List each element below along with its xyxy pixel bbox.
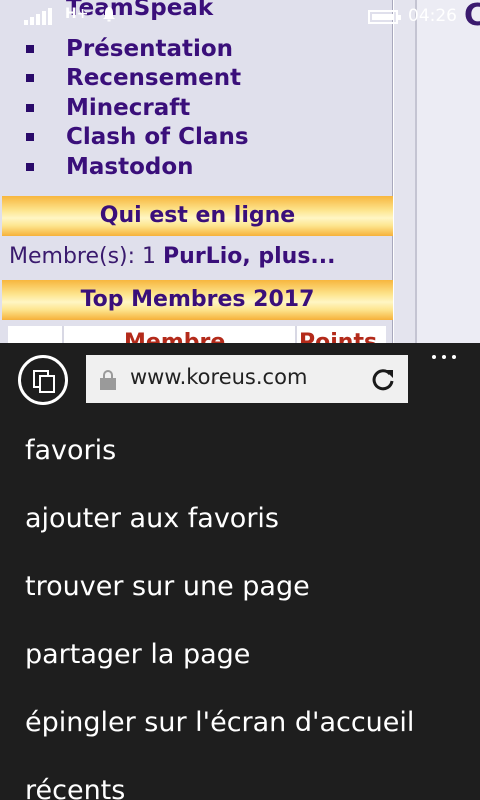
menu-item-find-on-page[interactable]: trouver sur une page — [0, 559, 480, 619]
menu-item-label: ajouter aux favoris — [25, 503, 279, 534]
site-menu-label[interactable]: Clash of Clans — [66, 122, 249, 152]
site-menu-item[interactable]: Recensement — [0, 63, 393, 93]
site-menu-item[interactable]: Clash of Clans — [0, 122, 393, 152]
lock-icon — [100, 370, 116, 390]
menu-item-share-page[interactable]: partager la page — [0, 627, 480, 687]
bullet-icon — [26, 133, 34, 141]
battery-icon — [368, 10, 401, 24]
menu-item-label: favoris — [25, 435, 117, 466]
menu-item-add-favorites[interactable]: ajouter aux favoris — [0, 491, 480, 551]
notification-bell-icon — [103, 7, 115, 22]
more-options-icon[interactable] — [426, 347, 466, 367]
bullet-icon — [26, 104, 34, 112]
tabs-button[interactable] — [18, 355, 68, 405]
top-members-table-header: Membre Points — [8, 326, 386, 343]
bullet-icon — [26, 163, 34, 171]
top-members-header: Top Membres 2017 — [2, 280, 393, 320]
menu-item-label: trouver sur une page — [25, 571, 310, 602]
site-menu-label[interactable]: Recensement — [66, 63, 241, 93]
online-section-title: Qui est en ligne — [99, 203, 296, 228]
menu-item-recent[interactable]: récents — [0, 763, 480, 800]
signal-strength-icon — [24, 7, 52, 25]
menu-item-label: épingler sur l'écran d'accueil — [25, 707, 415, 738]
online-members-link[interactable]: PurLio, plus... — [163, 244, 335, 269]
site-menu-item[interactable]: Mastodon — [0, 152, 393, 182]
online-prefix: Membre(s): 1 — [9, 244, 164, 269]
refresh-icon[interactable] — [370, 367, 396, 393]
menu-item-pin-to-start[interactable]: épingler sur l'écran d'accueil — [0, 695, 480, 755]
site-menu-label[interactable]: Présentation — [66, 34, 233, 64]
online-section-header: Qui est en ligne — [2, 196, 393, 236]
site-menu-label[interactable]: Minecraft — [66, 93, 190, 123]
status-bar: TeamSpeak H+ 04:26 — [0, 0, 480, 32]
table-header-cell — [8, 326, 62, 343]
site-menu-label[interactable]: Mastodon — [66, 152, 194, 182]
bullet-icon — [26, 74, 34, 82]
table-header-points: Points — [295, 326, 386, 343]
left-column: Présentation Recensement Minecraft Clash… — [0, 0, 393, 343]
webpage-content: Présentation Recensement Minecraft Clash… — [0, 0, 480, 343]
right-column: C — [394, 0, 480, 343]
clock: 04:26 — [408, 6, 457, 26]
bullet-icon — [26, 45, 34, 53]
network-type: H+ — [65, 6, 89, 22]
menu-item-favorites[interactable]: favoris — [0, 423, 480, 483]
table-header-member: Membre — [62, 326, 295, 343]
url-text[interactable]: www.koreus.com — [130, 365, 307, 389]
address-bar[interactable]: www.koreus.com — [86, 355, 408, 403]
menu-item-label: partager la page — [25, 639, 251, 670]
top-members-title: Top Membres 2017 — [80, 287, 315, 312]
menu-item-label: récents — [25, 775, 126, 800]
online-members-row: Membre(s): 1 PurLio, plus... — [0, 240, 393, 278]
browser-menu-panel: www.koreus.com favoris ajouter aux favor… — [0, 343, 480, 800]
site-menu-item[interactable]: Présentation — [0, 34, 393, 64]
site-menu-item[interactable]: Minecraft — [0, 93, 393, 123]
